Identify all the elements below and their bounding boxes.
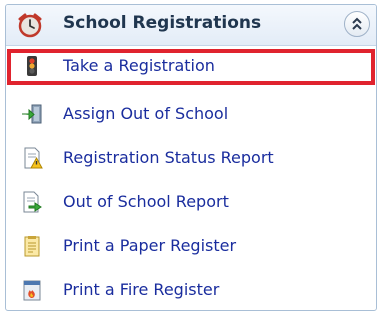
- collapse-button[interactable]: [344, 11, 370, 37]
- menu-item-label: Print a Paper Register: [63, 236, 237, 255]
- panel-title: School Registrations: [63, 13, 262, 33]
- menu-item-label: Take a Registration: [63, 56, 215, 75]
- school-registrations-panel: School Registrations Take a Registration: [5, 4, 377, 311]
- report-warning-icon: [21, 147, 43, 169]
- report-arrow-icon: [21, 191, 43, 213]
- paper-register-icon: [21, 235, 43, 257]
- double-chevron-up-icon: [352, 17, 362, 30]
- door-exit-arrow-icon: [21, 103, 43, 125]
- traffic-light-icon: [21, 55, 43, 77]
- menu-item-print-paper-register[interactable]: Print a Paper Register: [7, 229, 375, 265]
- menu-item-print-fire-register[interactable]: Print a Fire Register: [7, 273, 375, 309]
- menu-item-label: Assign Out of School: [63, 104, 229, 123]
- menu-item-out-of-school-report[interactable]: Out of School Report: [7, 185, 375, 221]
- menu-item-take-registration[interactable]: Take a Registration: [7, 49, 375, 85]
- menu-item-label: Out of School Report: [63, 192, 229, 211]
- fire-register-icon: [21, 279, 43, 301]
- alarm-clock-icon: [17, 12, 43, 38]
- menu-item-registration-status-report[interactable]: Registration Status Report: [7, 141, 375, 177]
- menu-item-label: Registration Status Report: [63, 148, 274, 167]
- menu-item-assign-out-of-school[interactable]: Assign Out of School: [7, 97, 375, 133]
- panel-header[interactable]: School Registrations: [6, 5, 376, 46]
- menu-item-label: Print a Fire Register: [63, 280, 220, 299]
